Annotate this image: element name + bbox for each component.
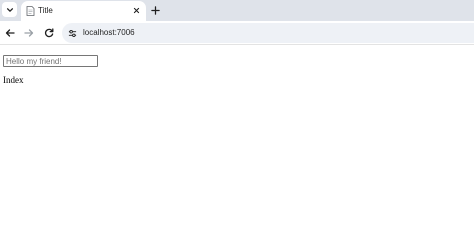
address-bar[interactable]: localhost:7006 [62, 23, 474, 43]
tab-active[interactable]: Title [21, 1, 146, 21]
close-icon [133, 7, 140, 14]
arrow-right-icon [24, 29, 34, 37]
index-text: Index [3, 75, 24, 85]
site-info-button[interactable] [67, 28, 77, 38]
greeting-input[interactable] [3, 55, 98, 67]
url-text: localhost:7006 [83, 28, 135, 37]
page-content: Index [0, 46, 474, 245]
tab-close-button[interactable] [132, 6, 141, 15]
chevron-down-icon [6, 7, 13, 12]
browser-toolbar: localhost:7006 [0, 21, 474, 45]
tune-icon [68, 29, 76, 37]
new-tab-button[interactable] [148, 3, 162, 17]
reload-button[interactable] [42, 26, 56, 40]
plus-icon [150, 5, 160, 15]
reload-icon [44, 28, 54, 38]
tab-search-button[interactable] [2, 2, 17, 17]
tab-strip: Title [0, 0, 474, 21]
tab-title: Title [38, 6, 53, 15]
back-button[interactable] [3, 26, 17, 40]
forward-button[interactable] [22, 26, 36, 40]
document-icon [26, 6, 35, 16]
arrow-left-icon [5, 29, 15, 37]
